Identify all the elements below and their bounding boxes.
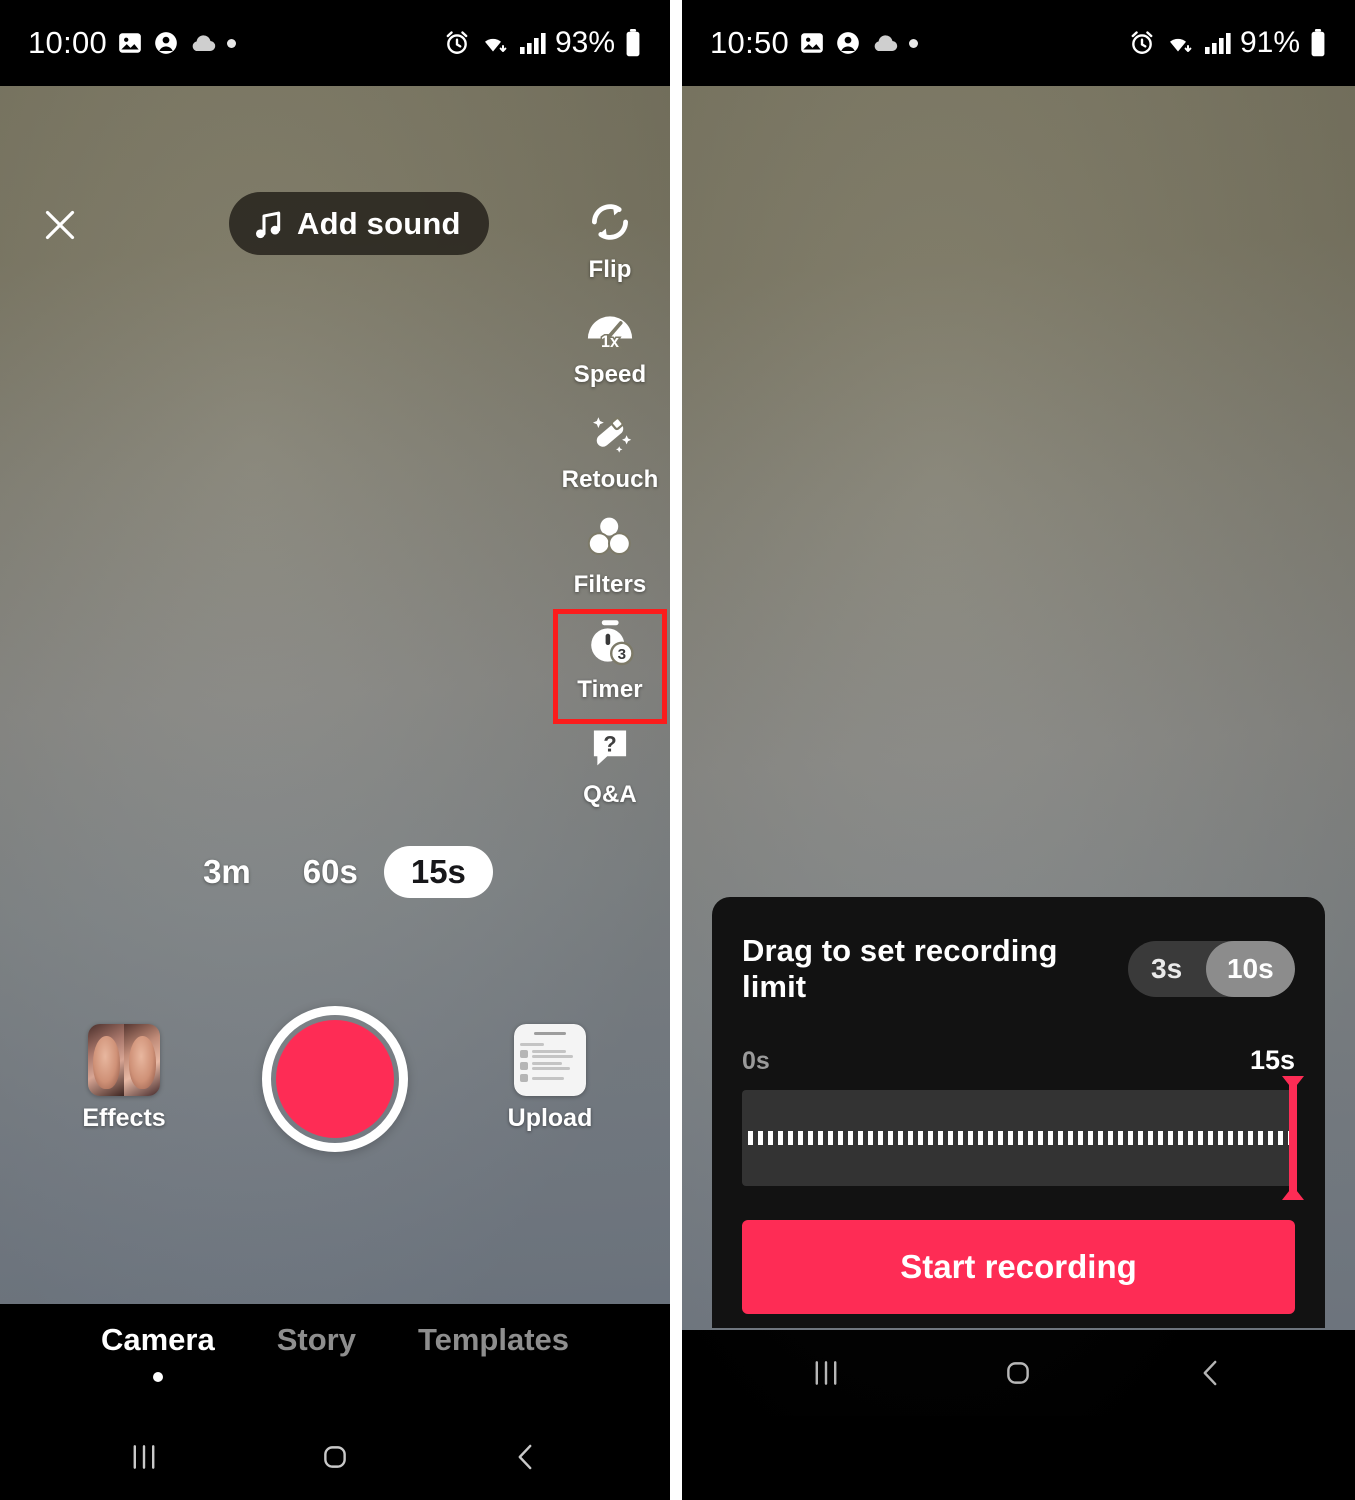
cloud-icon [871, 32, 899, 54]
speed-gauge-icon: 1x [585, 299, 635, 355]
tool-filters[interactable]: Filters [558, 509, 662, 614]
close-icon [40, 205, 80, 245]
dot-icon [227, 38, 237, 48]
tool-qa[interactable]: ? Q&A [558, 719, 662, 824]
status-left-group-right: 10:50 [710, 25, 919, 61]
effects-thumbnail [88, 1024, 160, 1096]
qa-bubble-icon: ? [587, 719, 633, 775]
retouch-wand-icon [586, 404, 634, 460]
wifi-icon [1164, 30, 1194, 56]
sheet-header: Drag to set recording limit 3s 10s [742, 933, 1295, 1005]
sheet-bottom-pad [742, 1314, 1295, 1328]
slider-ticks [748, 1131, 1289, 1145]
slider-handle[interactable] [1289, 1076, 1297, 1200]
status-time-right: 10:50 [710, 25, 790, 60]
add-sound-label: Add sound [297, 205, 461, 241]
alarm-icon [1129, 30, 1155, 56]
tab-story[interactable]: Story [271, 1322, 362, 1358]
status-left-group: 10:00 [28, 25, 237, 61]
tool-filters-label: Filters [573, 571, 647, 598]
svg-text:1x: 1x [601, 333, 619, 350]
sheet-title: Drag to set recording limit [742, 933, 1058, 1004]
contact-icon [153, 30, 179, 56]
duration-chip-3m[interactable]: 3m [177, 848, 277, 896]
slider-min-label: 0s [742, 1047, 770, 1075]
upload-thumbnail [514, 1024, 586, 1096]
duration-chip-15s[interactable]: 15s [383, 846, 493, 898]
contact-icon [835, 30, 861, 56]
battery-icon [1309, 29, 1327, 57]
filters-icon [586, 509, 634, 565]
battery-percent-label: 93% [554, 26, 615, 59]
svg-text:3: 3 [618, 646, 626, 663]
tool-flip[interactable]: Flip [558, 194, 662, 299]
alarm-icon [444, 30, 470, 56]
image-icon [117, 30, 143, 56]
battery-percent-label-right: 91% [1239, 26, 1300, 59]
recents-icon[interactable] [781, 1330, 871, 1416]
recording-limit-slider[interactable] [742, 1076, 1297, 1200]
back-icon[interactable] [481, 1414, 571, 1500]
svg-text:?: ? [603, 731, 616, 756]
recording-limit-sheet: Drag to set recording limit 3s 10s 0s 15… [712, 897, 1325, 1328]
effects-button[interactable]: Effects [62, 1024, 186, 1133]
cloud-icon [189, 32, 217, 54]
right-camera-viewport[interactable]: Drag to set recording limit 3s 10s 0s 15… [682, 86, 1355, 1416]
tool-timer[interactable]: 3 Timer [553, 609, 667, 724]
recents-icon[interactable] [99, 1414, 189, 1500]
capture-controls: Effects Upload [0, 1006, 670, 1196]
camera-mode-tabs: Camera Story Templates [0, 1304, 670, 1414]
status-right-group-right: 91% [1129, 26, 1327, 60]
upload-label: Upload [507, 1104, 593, 1132]
tool-qa-label: Q&A [583, 781, 637, 808]
tool-flip-label: Flip [588, 256, 632, 283]
duration-selector: 3m 60s 15s [0, 846, 670, 898]
duration-chip-60s[interactable]: 60s [277, 848, 384, 896]
timer-icon: 3 [585, 614, 635, 670]
duration-segmented-control: 3s 10s [1127, 941, 1295, 997]
segment-3s[interactable]: 3s [1128, 941, 1206, 997]
record-button[interactable] [262, 1006, 408, 1152]
start-recording-button[interactable]: Start recording [742, 1220, 1295, 1314]
left-android-nav-bar [0, 1414, 670, 1500]
left-status-bar: 10:00 93% [0, 0, 670, 86]
tool-speed-label: Speed [573, 361, 647, 388]
signal-icon [1203, 30, 1231, 56]
right-status-bar: 10:50 91% [682, 0, 1355, 86]
tab-camera[interactable]: Camera [95, 1322, 221, 1358]
music-note-icon [253, 208, 283, 240]
upload-button[interactable]: Upload [488, 1024, 612, 1133]
dot-icon [909, 38, 919, 48]
signal-icon [518, 30, 546, 56]
home-icon[interactable] [290, 1414, 380, 1500]
camera-viewport[interactable]: Add sound Flip 1x Speed Retouch Filters … [0, 86, 670, 1304]
right-android-nav-bar [682, 1330, 1355, 1416]
wifi-icon [479, 30, 509, 56]
tool-retouch[interactable]: Retouch [558, 404, 662, 509]
image-icon [799, 30, 825, 56]
close-button[interactable] [36, 194, 84, 256]
add-sound-button[interactable]: Add sound [229, 192, 489, 255]
screenshot-root: 10:00 93% Add sound Flip 1x Speed Retouc… [0, 0, 1355, 1500]
battery-icon [624, 29, 642, 57]
camera-tool-rail: Flip 1x Speed Retouch Filters 3 Timer ? … [553, 194, 667, 824]
segment-10s[interactable]: 10s [1205, 941, 1295, 997]
back-icon[interactable] [1166, 1330, 1256, 1416]
status-time: 10:00 [28, 25, 108, 60]
home-icon[interactable] [973, 1330, 1063, 1416]
tool-speed[interactable]: 1x Speed [558, 299, 662, 404]
tool-retouch-label: Retouch [561, 466, 659, 493]
right-phone-screen: 10:50 91% Drag to set recording limit 3s… [682, 0, 1355, 1500]
flip-camera-icon [586, 194, 634, 250]
left-phone-screen: 10:00 93% Add sound Flip 1x Speed Retouc… [0, 0, 670, 1500]
effects-label: Effects [82, 1104, 166, 1132]
status-right-group: 93% [444, 26, 642, 60]
screenshot-divider [670, 0, 682, 1500]
tool-timer-label: Timer [577, 676, 643, 703]
slider-range-labels: 0s 15s [742, 1045, 1295, 1076]
tab-templates[interactable]: Templates [412, 1322, 575, 1358]
slider-max-label: 15s [1249, 1045, 1295, 1075]
